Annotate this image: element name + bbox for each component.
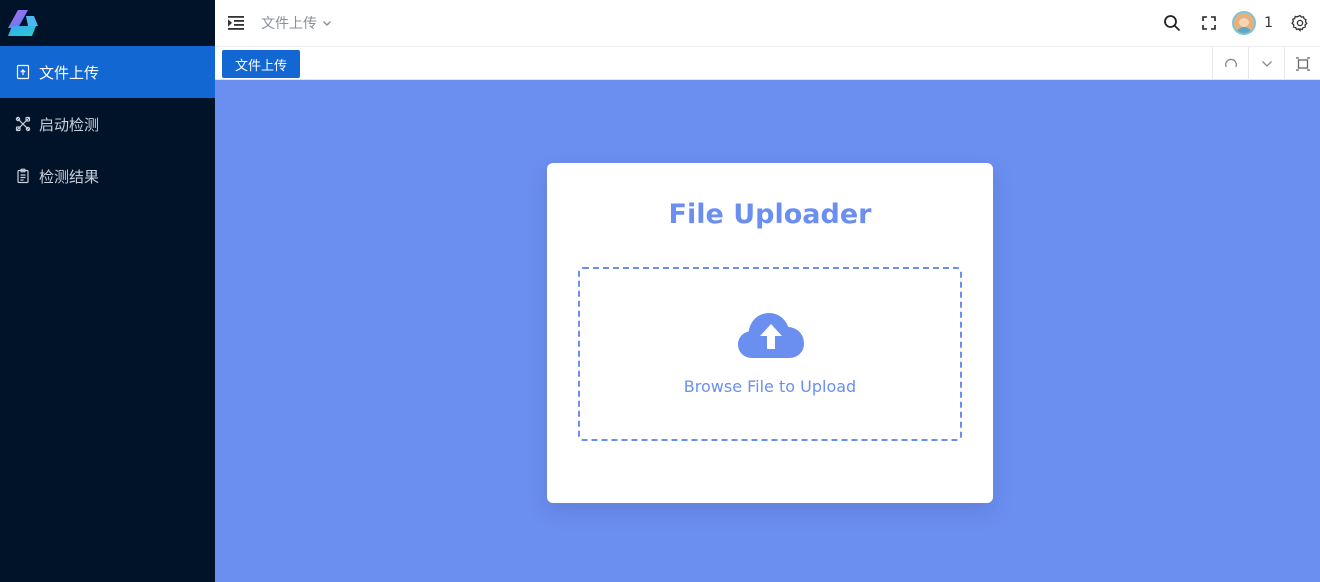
search-icon[interactable] <box>1162 13 1182 33</box>
app-logo[interactable] <box>0 0 215 46</box>
breadcrumb-label: 文件上传 <box>261 16 317 32</box>
sidebar-item-start-detection[interactable]: 启动检测 <box>0 98 215 150</box>
clipboard-icon <box>15 168 31 184</box>
tabs-bar: 文件上传 <box>215 46 1320 80</box>
maximize-icon[interactable] <box>1284 47 1320 80</box>
chevron-down-icon[interactable] <box>1248 47 1284 80</box>
tab-tools <box>1212 47 1320 80</box>
refresh-icon[interactable] <box>1212 47 1248 80</box>
fullscreen-icon[interactable] <box>1199 13 1219 33</box>
logo-icon <box>8 10 38 36</box>
settings-gear-icon[interactable] <box>1290 13 1310 33</box>
file-upload-icon <box>15 64 31 80</box>
menu-collapse-icon[interactable] <box>226 13 246 33</box>
sidebar-item-detection-results[interactable]: 检测结果 <box>0 150 215 202</box>
user-name[interactable]: 1 <box>1264 15 1273 31</box>
browse-file-label: Browse File to Upload <box>683 377 857 396</box>
tools-icon <box>15 116 31 132</box>
file-dropzone[interactable]: Browse File to Upload <box>578 267 962 441</box>
top-header: 文件上传 1 <box>215 0 1320 46</box>
sidebar-item-label: 检测结果 <box>39 167 100 186</box>
sidebar-item-label: 启动检测 <box>39 115 100 134</box>
uploader-title: File Uploader <box>668 199 872 230</box>
tab-file-upload[interactable]: 文件上传 <box>222 50 301 78</box>
avatar[interactable] <box>1232 11 1257 35</box>
chevron-down-icon <box>321 17 333 29</box>
header-actions: 1 <box>1162 0 1320 46</box>
cloud-upload-icon <box>738 313 804 358</box>
uploader-card: File Uploader Browse File to Upload <box>547 163 993 503</box>
breadcrumb[interactable]: 文件上传 <box>261 13 333 33</box>
sidebar-item-label: 文件上传 <box>39 63 100 82</box>
sidebar: 文件上传 启动检测 检测结果 <box>0 0 215 582</box>
sidebar-item-file-upload[interactable]: 文件上传 <box>0 46 215 98</box>
